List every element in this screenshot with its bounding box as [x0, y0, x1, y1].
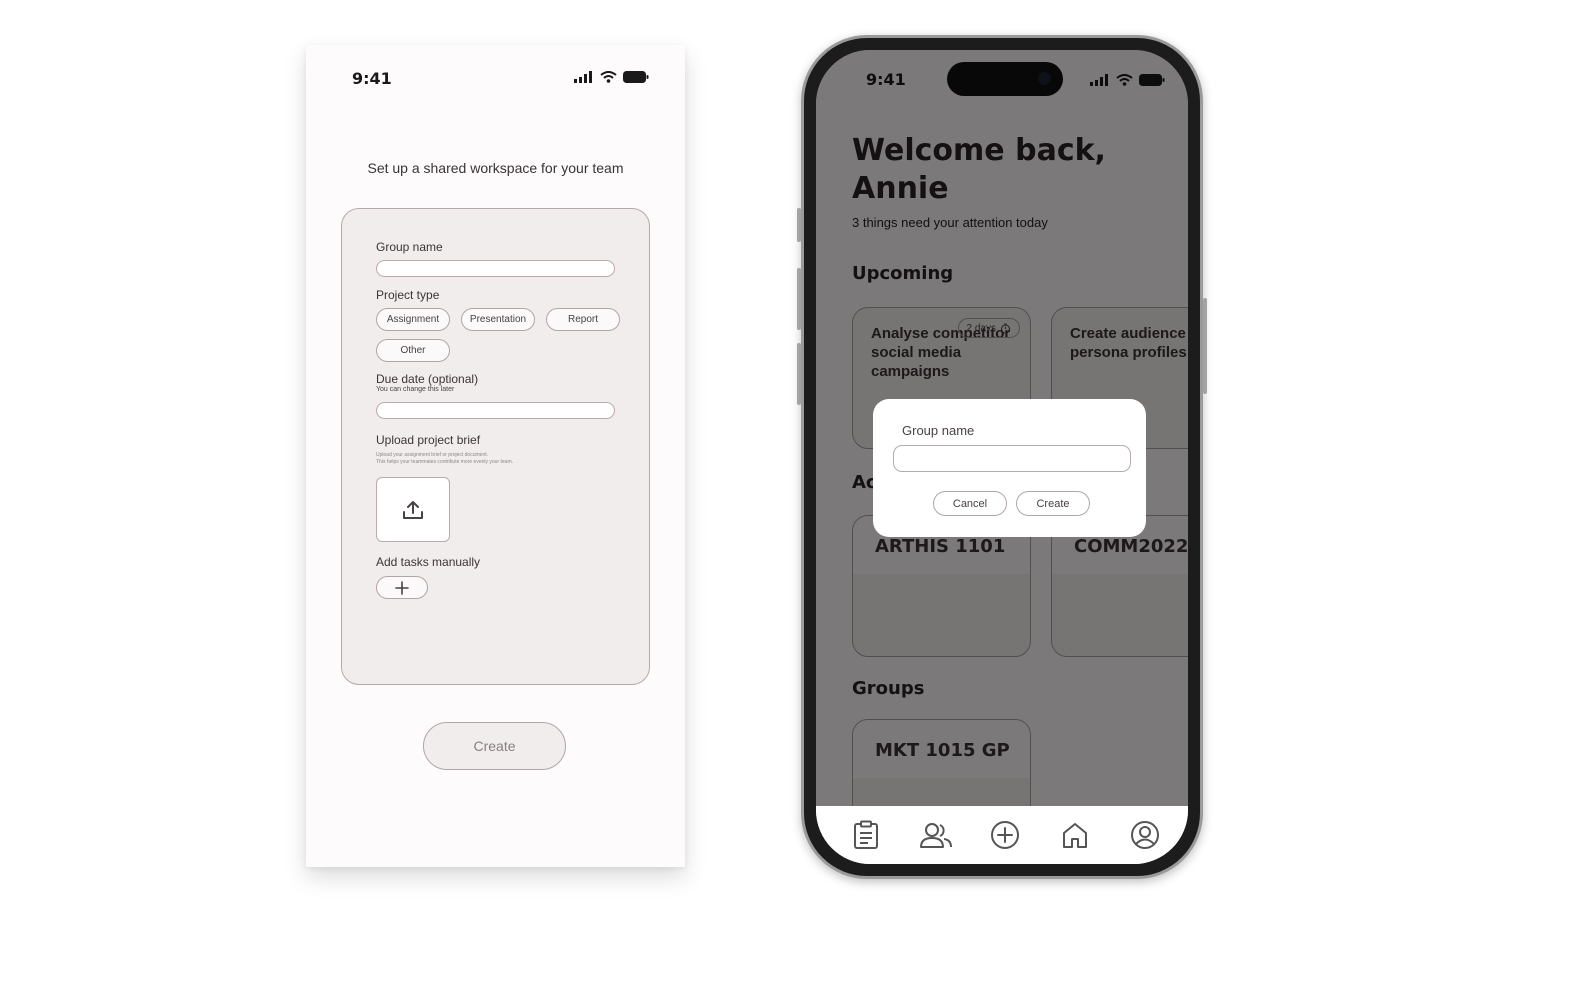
- side-button: [797, 208, 801, 242]
- group-name-input[interactable]: [376, 260, 615, 277]
- tasks-icon: [854, 820, 878, 849]
- upload-button[interactable]: [376, 477, 450, 542]
- tab-home[interactable]: [1058, 818, 1092, 852]
- due-date-input[interactable]: [376, 402, 615, 419]
- power-button: [1203, 298, 1207, 394]
- upload-label: Upload project brief: [376, 433, 481, 447]
- create-button[interactable]: Create: [423, 722, 566, 770]
- tab-bar: [816, 806, 1188, 864]
- project-type-label: Project type: [376, 288, 440, 302]
- due-date-hint: You can change this later: [376, 386, 455, 393]
- add-icon: [991, 821, 1019, 849]
- chip-other[interactable]: Other: [376, 339, 450, 362]
- workspace-form: Group name Project type Assignment Prese…: [341, 208, 650, 685]
- wifi-icon: [600, 71, 617, 83]
- phone-frame: 9:41 Welcome back, Annie 3 things need y…: [797, 35, 1207, 879]
- upload-hint-line-1: Upload your assignment brief or project …: [376, 452, 489, 458]
- modal-group-name-input[interactable]: [893, 445, 1131, 472]
- cancel-button[interactable]: Cancel: [933, 491, 1007, 516]
- create-group-modal: Group name Cancel Create: [873, 399, 1146, 537]
- add-task-button[interactable]: [376, 576, 428, 599]
- volume-down-button: [797, 343, 801, 405]
- home-icon: [1063, 823, 1087, 848]
- profile-icon: [1131, 821, 1159, 849]
- volume-up-button: [797, 268, 801, 330]
- battery-icon: [623, 71, 649, 83]
- group-name-label: Group name: [376, 240, 443, 254]
- plus-icon: [395, 580, 409, 595]
- modal-create-button[interactable]: Create: [1016, 491, 1090, 516]
- page-title: Set up a shared workspace for your team: [367, 160, 624, 176]
- due-date-label: Due date (optional): [376, 372, 479, 386]
- home-screen: 9:41 Welcome back, Annie 3 things need y…: [816, 50, 1188, 864]
- chip-assignment[interactable]: Assignment: [376, 308, 450, 331]
- chip-presentation[interactable]: Presentation: [461, 308, 535, 331]
- add-tasks-label: Add tasks manually: [376, 555, 481, 569]
- tab-groups[interactable]: [919, 818, 953, 852]
- upload-hint-line-2: This helps your teammates contribute mor…: [376, 459, 514, 465]
- chip-report[interactable]: Report: [546, 308, 620, 331]
- status-time: 9:41: [352, 69, 392, 88]
- tab-tasks[interactable]: [849, 818, 883, 852]
- tab-add[interactable]: [988, 818, 1022, 852]
- workspace-setup-screen: 9:41 Set up a shared workspace for your …: [306, 45, 685, 867]
- status-icons: [574, 71, 649, 83]
- groups-icon: [920, 823, 952, 848]
- signal-icon: [574, 71, 592, 83]
- tab-profile[interactable]: [1128, 818, 1162, 852]
- modal-group-name-label: Group name: [902, 423, 975, 438]
- upload-icon: [403, 500, 423, 519]
